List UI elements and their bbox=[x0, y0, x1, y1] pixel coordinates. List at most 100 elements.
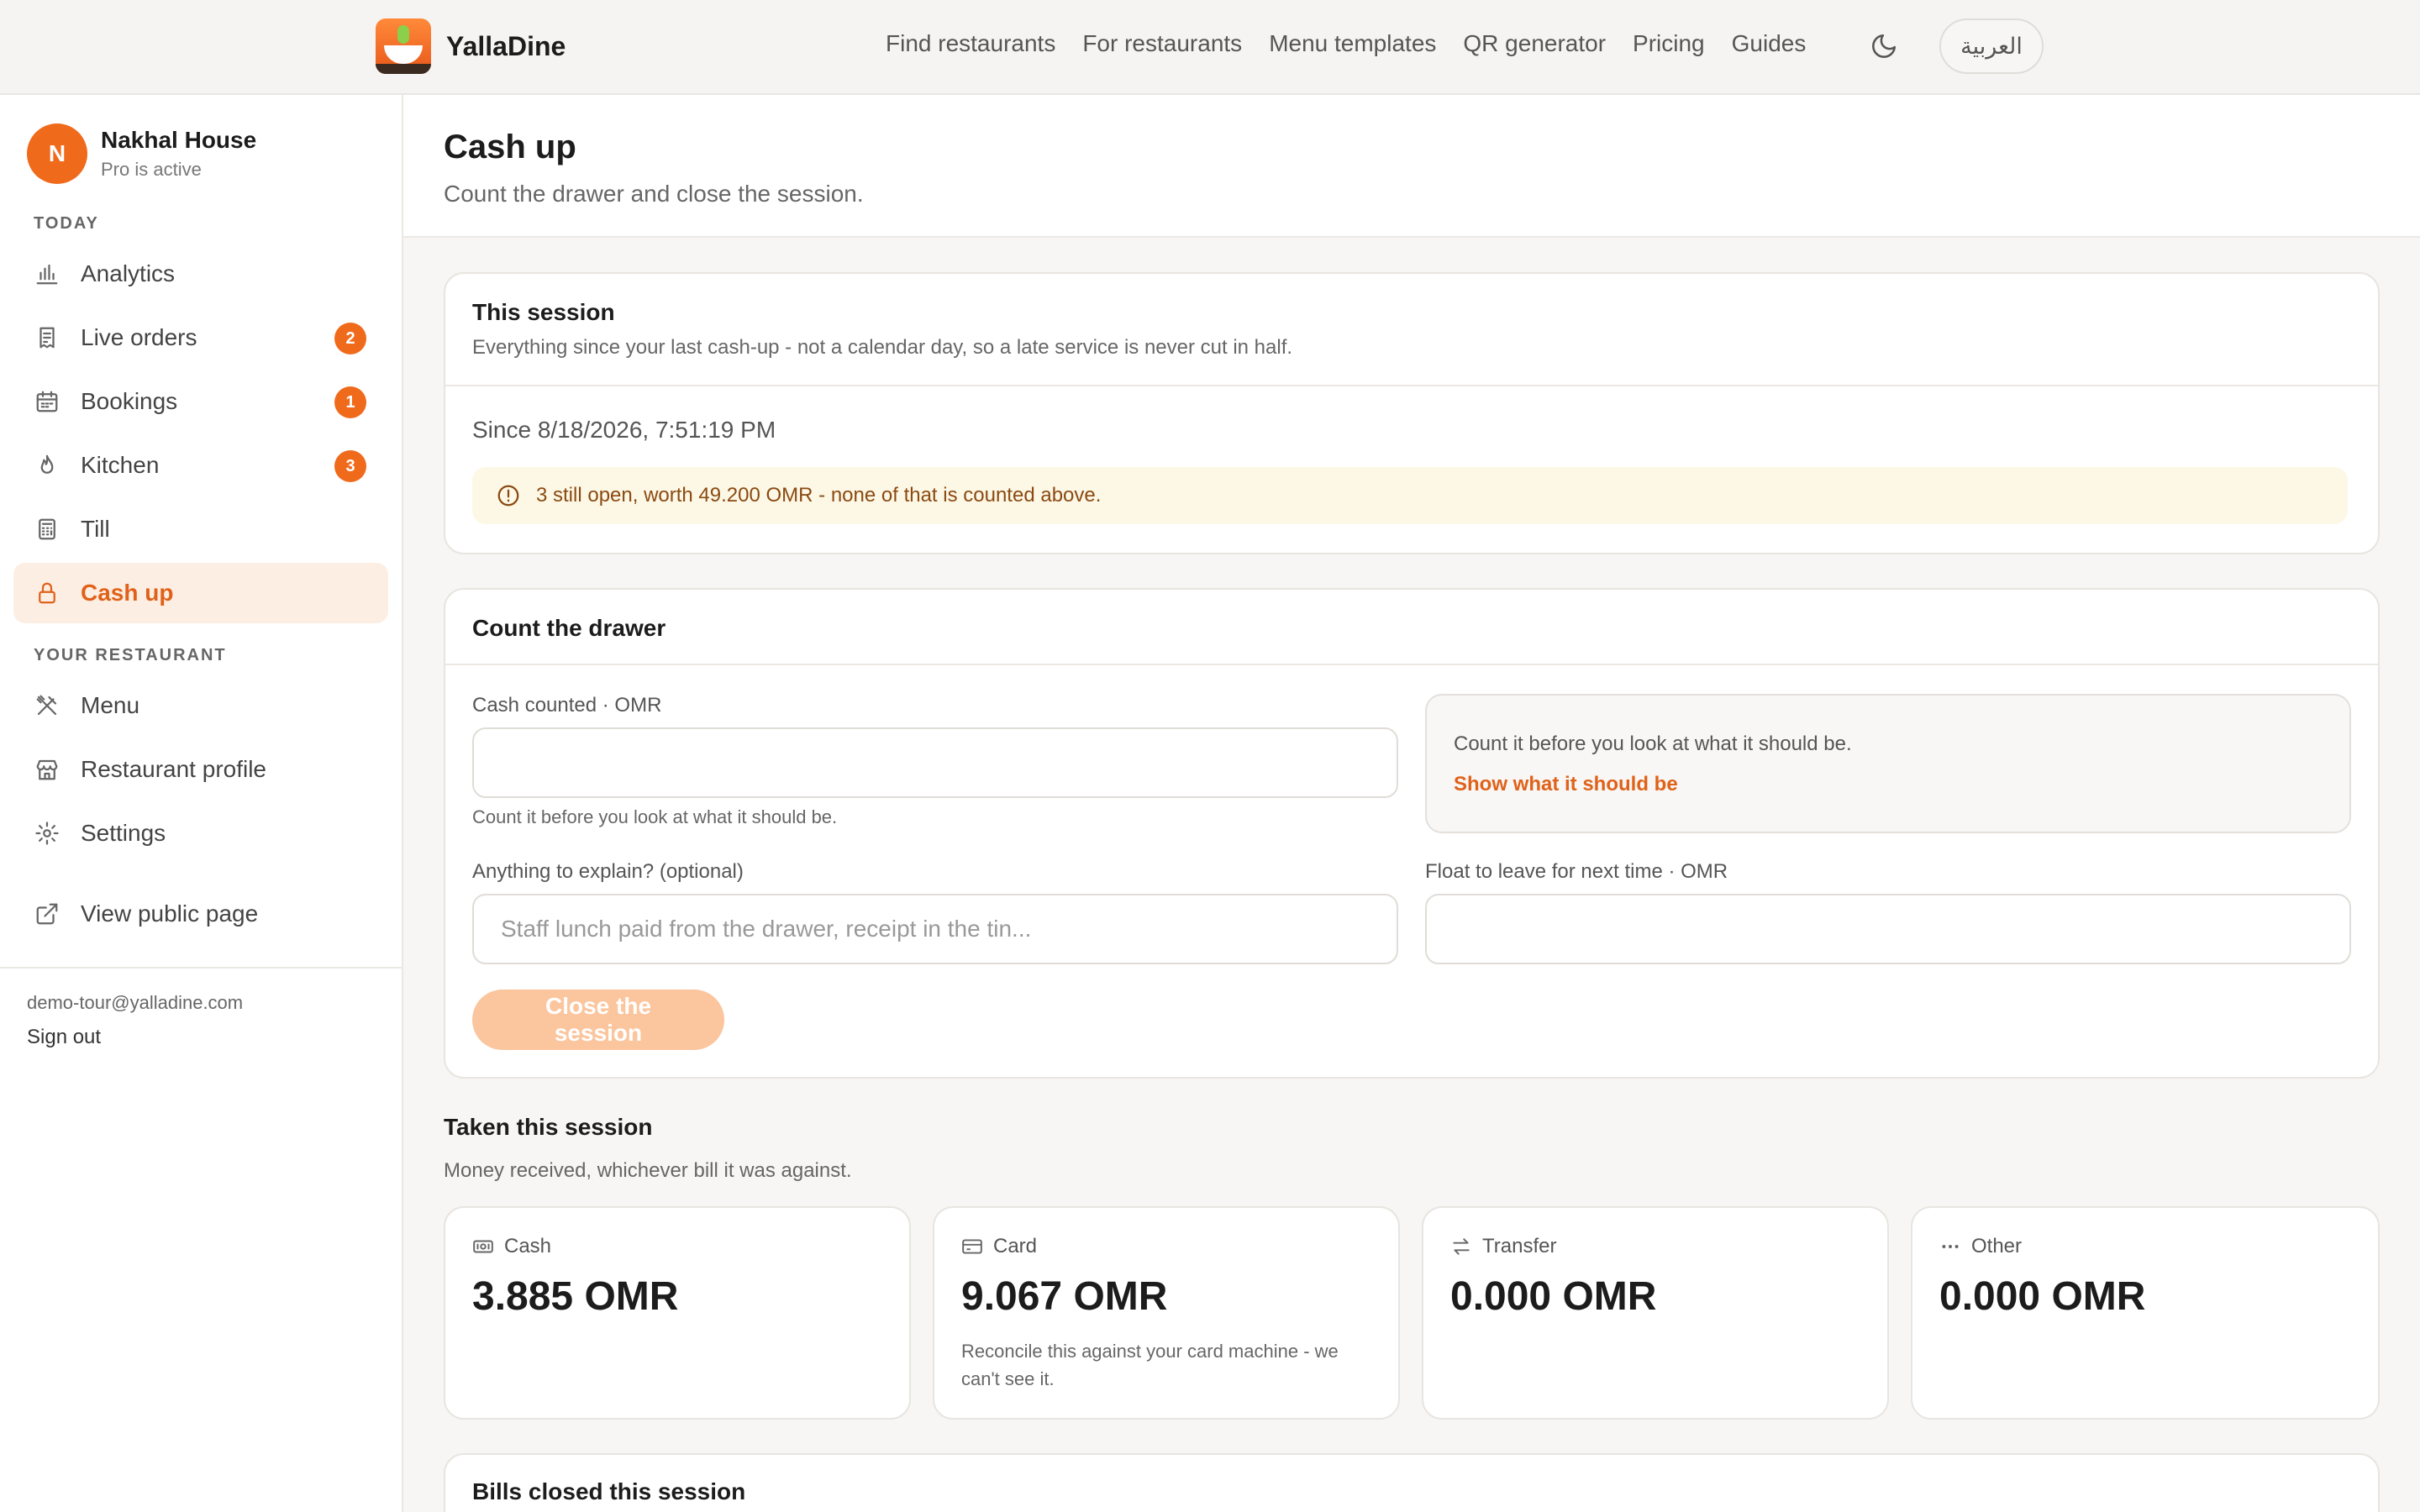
brand-name: YallaDine bbox=[446, 30, 566, 61]
sidebar-item-label: View public page bbox=[81, 900, 259, 927]
account-plan: Pro is active bbox=[101, 159, 202, 180]
brand-link[interactable]: YallaDine bbox=[376, 18, 566, 74]
payment-tile-label: Card bbox=[993, 1235, 1038, 1257]
close-session-button[interactable]: Close the session bbox=[472, 990, 724, 1050]
sidebar-item-label: Till bbox=[81, 516, 110, 542]
expected-cash-note: Count it before you look at what it shou… bbox=[1454, 732, 1852, 755]
section-label-today: TODAY bbox=[34, 214, 99, 233]
bar-chart-icon bbox=[34, 260, 60, 287]
bills-closed-title: Bills closed this session bbox=[472, 1478, 746, 1504]
sidebar: N Nakhal House Pro is active TODAY Analy… bbox=[0, 95, 403, 1512]
sidebar-item-label: Analytics bbox=[81, 260, 176, 286]
float-input[interactable] bbox=[1425, 894, 2351, 964]
sidebar-item-label: Cash up bbox=[81, 580, 174, 606]
sidebar-item-label: Bookings bbox=[81, 388, 178, 414]
explain-input[interactable] bbox=[472, 894, 1398, 964]
payment-tile-note: Reconcile this against your card machine… bbox=[961, 1341, 1339, 1389]
moon-icon[interactable] bbox=[1870, 32, 1898, 60]
float-label: Float to leave for next time · OMR bbox=[1425, 860, 1728, 883]
avatar: N bbox=[27, 123, 87, 184]
sidebar-divider bbox=[0, 967, 403, 969]
sidebar-item-view-public-page[interactable]: View public page bbox=[13, 884, 388, 944]
taken-section-subtitle: Money received, whichever bill it was ag… bbox=[444, 1159, 852, 1182]
session-card: This session Everything since your last … bbox=[444, 272, 2380, 554]
payment-tile-value: 9.067 OMR bbox=[961, 1274, 1168, 1319]
flame-icon bbox=[34, 452, 60, 479]
sidebar-item-live-orders[interactable]: Live orders 2 bbox=[13, 307, 388, 368]
expected-cash-panel: Count it before you look at what it shou… bbox=[1425, 694, 2351, 833]
sidebar-item-label: Settings bbox=[81, 820, 166, 846]
sidebar-item-label: Menu bbox=[81, 692, 140, 718]
sidebar-item-label: Live orders bbox=[81, 324, 197, 350]
session-title: This session bbox=[472, 299, 615, 325]
sidebar-item-kitchen[interactable]: Kitchen 3 bbox=[13, 435, 388, 496]
count-drawer-card: Count the drawer Cash counted · OMR Coun… bbox=[444, 588, 2380, 1079]
bookings-count-badge: 1 bbox=[334, 386, 366, 418]
banknote-icon bbox=[473, 1240, 493, 1253]
lock-icon bbox=[34, 580, 60, 606]
nav-find-restaurants[interactable]: Find restaurants bbox=[886, 30, 1055, 57]
bills-closed-card: Bills closed this session bbox=[444, 1453, 2380, 1512]
alert-circle-icon bbox=[497, 485, 519, 507]
receipt-icon bbox=[34, 324, 60, 351]
payment-tile-label: Other bbox=[1971, 1235, 2023, 1257]
top-bar: YallaDine Find restaurants For restauran… bbox=[0, 0, 2420, 95]
nav-qr-generator[interactable]: QR generator bbox=[1463, 30, 1606, 57]
live-orders-count-badge: 2 bbox=[334, 323, 366, 354]
cash-counted-input[interactable] bbox=[472, 727, 1398, 798]
session-divider bbox=[445, 385, 2378, 386]
cash-counted-hint: Count it before you look at what it shou… bbox=[472, 806, 838, 827]
sidebar-item-bookings[interactable]: Bookings 1 bbox=[13, 371, 388, 432]
open-bills-warning: 3 still open, worth 49.200 OMR - none of… bbox=[472, 467, 2348, 524]
calculator-icon bbox=[34, 516, 60, 543]
kitchen-count-badge: 3 bbox=[334, 450, 366, 482]
nav-guides[interactable]: Guides bbox=[1732, 30, 1807, 57]
account-card: N Nakhal House Pro is active bbox=[27, 123, 256, 184]
payment-tile-transfer: Transfer 0.000 OMR bbox=[1422, 1206, 1889, 1420]
sidebar-item-cash-up[interactable]: Cash up bbox=[13, 563, 388, 623]
sidebar-item-analytics[interactable]: Analytics bbox=[13, 244, 388, 304]
page-title: Cash up bbox=[444, 129, 576, 165]
main-nav: Find restaurants For restaurants Menu te… bbox=[886, 30, 1806, 57]
page-header: Cash up Count the drawer and close the s… bbox=[403, 95, 2420, 238]
payment-tile-value: 3.885 OMR bbox=[472, 1274, 679, 1319]
open-bills-warning-text: 3 still open, worth 49.200 OMR - none of… bbox=[536, 484, 1102, 507]
payment-tile-label: Cash bbox=[504, 1235, 552, 1257]
account-email: demo-tour@yalladine.com bbox=[27, 992, 244, 1013]
payment-tile-other: Other 0.000 OMR bbox=[1911, 1206, 2380, 1420]
payment-tile-label: Transfer bbox=[1482, 1235, 1557, 1257]
payment-tile-value: 0.000 OMR bbox=[1450, 1274, 1657, 1319]
language-toggle-button[interactable]: العربية bbox=[1939, 18, 2044, 74]
sidebar-item-label: Kitchen bbox=[81, 452, 160, 478]
nav-pricing[interactable]: Pricing bbox=[1633, 30, 1705, 57]
sign-out-link[interactable]: Sign out bbox=[27, 1026, 101, 1049]
section-label-your-restaurant: YOUR RESTAURANT bbox=[34, 646, 227, 664]
explain-label: Anything to explain? (optional) bbox=[472, 860, 744, 883]
nav-for-restaurants[interactable]: For restaurants bbox=[1082, 30, 1242, 57]
payment-tile-value: 0.000 OMR bbox=[1939, 1274, 2146, 1319]
store-icon bbox=[34, 756, 60, 783]
sidebar-item-settings[interactable]: Settings bbox=[13, 803, 388, 864]
sidebar-item-restaurant-profile[interactable]: Restaurant profile bbox=[13, 739, 388, 800]
transfer-arrows-icon bbox=[1453, 1238, 1470, 1255]
count-drawer-divider bbox=[445, 664, 2378, 665]
payment-tile-card: Card 9.067 OMR Reconcile this against yo… bbox=[933, 1206, 1400, 1420]
gear-icon bbox=[34, 820, 60, 847]
sidebar-item-label: Restaurant profile bbox=[81, 756, 267, 782]
page-subtitle: Count the drawer and close the session. bbox=[444, 181, 864, 207]
session-since: Since 8/18/2026, 7:51:19 PM bbox=[472, 417, 776, 443]
sidebar-item-menu[interactable]: Menu bbox=[13, 675, 388, 736]
session-subtitle: Everything since your last cash-up - not… bbox=[472, 336, 1293, 359]
calendar-icon bbox=[34, 388, 60, 415]
utensils-icon bbox=[34, 692, 60, 719]
brand-logo-icon bbox=[376, 18, 431, 74]
sidebar-item-till[interactable]: Till bbox=[13, 499, 388, 559]
show-expected-button[interactable]: Show what it should be bbox=[1454, 773, 1678, 796]
more-dots-icon bbox=[1942, 1245, 1959, 1248]
account-name: Nakhal House bbox=[101, 127, 257, 153]
cash-counted-label: Cash counted · OMR bbox=[472, 694, 662, 717]
payment-tile-cash: Cash 3.885 OMR bbox=[444, 1206, 911, 1420]
taken-section-title: Taken this session bbox=[444, 1114, 653, 1140]
nav-menu-templates[interactable]: Menu templates bbox=[1269, 30, 1436, 57]
count-drawer-title: Count the drawer bbox=[472, 615, 666, 641]
